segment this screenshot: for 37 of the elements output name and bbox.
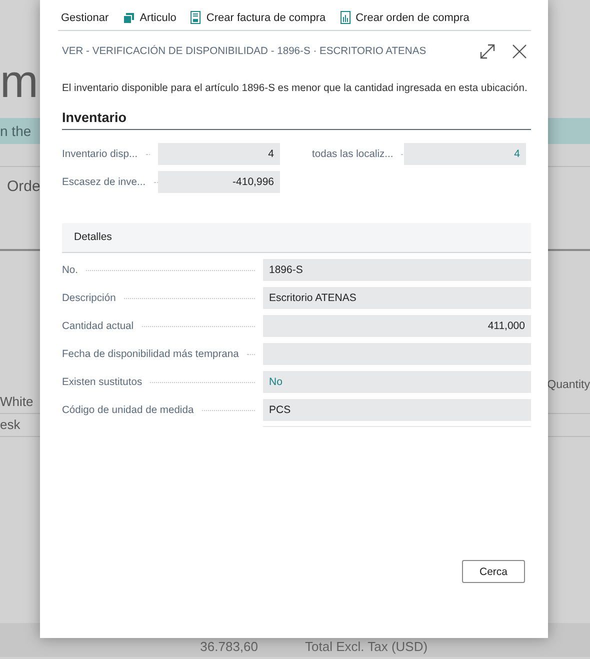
close-icon[interactable] xyxy=(512,44,527,59)
toolbar-action[interactable]: Articulo xyxy=(122,11,176,24)
page-tab[interactable]: Orde xyxy=(7,178,40,195)
box-icon xyxy=(122,12,135,24)
field-label: No. xyxy=(62,264,78,276)
total-label: Total Excl. Tax (USD) xyxy=(305,639,428,654)
value-field: -410,996 xyxy=(158,171,280,193)
value-field: Escritorio ATENAS xyxy=(263,287,531,309)
details-header: Detalles xyxy=(62,223,531,253)
field-label: Código de unidad de medida xyxy=(62,404,194,416)
value-link[interactable]: 4 xyxy=(404,143,526,165)
toolbar-action[interactable]: Crear factura de compra xyxy=(190,11,326,24)
field-label: Fecha de disponibilidad más temprana xyxy=(62,348,239,360)
field-label: Inventario disp... xyxy=(62,148,138,160)
field-label: Existen sustitutos xyxy=(62,376,142,388)
total-value: 36.783,60 xyxy=(200,639,258,654)
value-field: 1896-S xyxy=(263,259,531,281)
column-header: Quantity xyxy=(547,379,590,391)
expand-icon[interactable] xyxy=(479,43,496,60)
document-icon xyxy=(340,11,351,24)
field-label: Escasez de inve... xyxy=(62,176,146,188)
warning-message: El inventario disponible para el artículo 1896-S es menor que la cantidad ingresada en esta ubicación. xyxy=(62,82,528,96)
value-field: PCS xyxy=(263,399,531,421)
row-text: esk xyxy=(0,417,20,432)
close-button[interactable]: Cerca xyxy=(462,560,525,583)
field-label: Cantidad actual xyxy=(62,320,134,332)
dialog-title: VER - VERIFICACIÓN DE DISPONIBILIDAD - 1896-S · ESCRITORIO ATENAS xyxy=(62,46,428,57)
toolbar-action[interactable]: Crear orden de compra xyxy=(340,11,470,24)
field-label: todas las localiz... xyxy=(312,148,394,160)
value-link[interactable]: No xyxy=(263,371,531,393)
row-text: White xyxy=(0,394,34,409)
page-title: m xyxy=(0,55,38,107)
value-field: 411,000 xyxy=(263,315,531,337)
field-label: Descripción xyxy=(62,292,116,304)
value-field: 4 xyxy=(158,143,280,165)
toolbar-action[interactable]: Gestionar xyxy=(61,11,109,24)
document-icon xyxy=(190,11,202,24)
